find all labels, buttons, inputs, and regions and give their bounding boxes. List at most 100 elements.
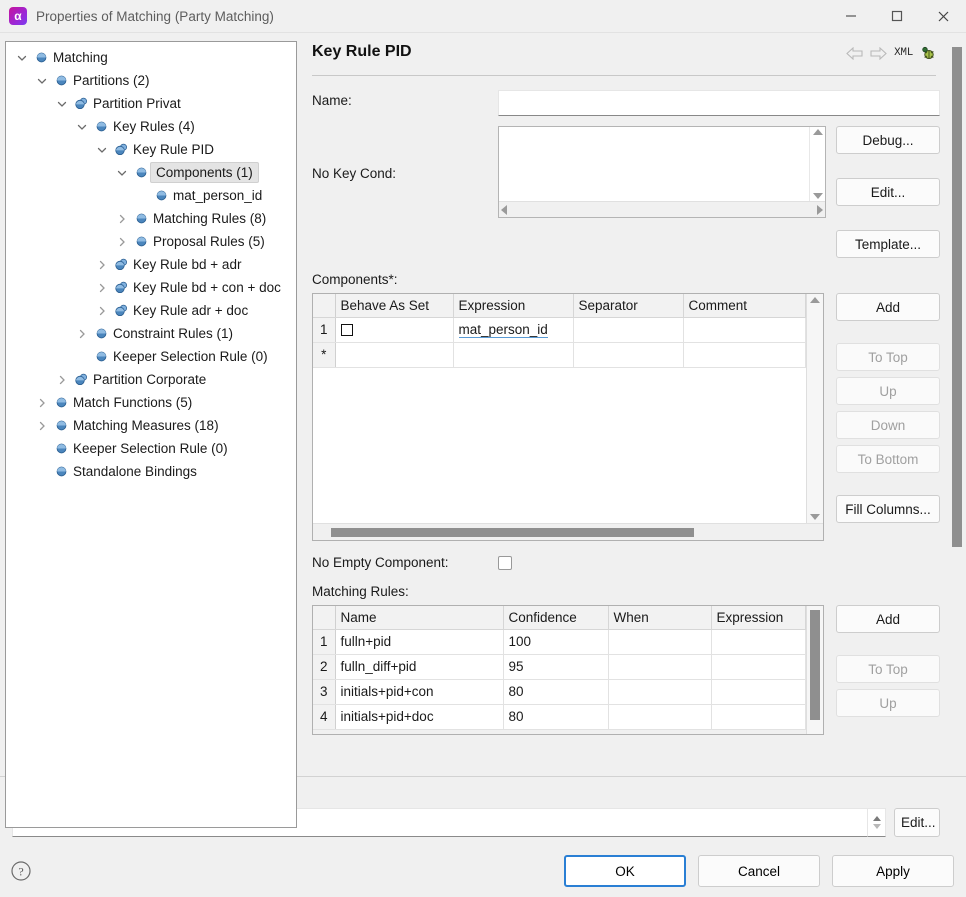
no-key-cond-vscrollbar[interactable] <box>809 127 825 201</box>
column-header[interactable]: Expression <box>711 606 807 630</box>
minimize-icon[interactable] <box>828 0 874 33</box>
table-cell[interactable]: initials+pid+doc <box>335 704 504 730</box>
chevron-right-icon[interactable] <box>92 253 112 276</box>
chevron-down-icon[interactable] <box>92 138 112 161</box>
tree-item-mat-person-id[interactable]: mat_person_id <box>6 184 296 207</box>
chevron-down-icon[interactable] <box>52 92 72 115</box>
tree-item-partition-privat[interactable]: Partition Privat <box>6 92 296 115</box>
down-button[interactable]: Down <box>836 411 940 439</box>
add-button[interactable]: Add <box>836 605 940 633</box>
apply-button[interactable]: Apply <box>832 855 954 887</box>
to-top-button[interactable]: To Top <box>836 655 940 683</box>
scroll-up-icon[interactable] <box>810 297 821 303</box>
table-cell[interactable] <box>453 342 574 368</box>
to-top-button[interactable]: To Top <box>836 343 940 371</box>
up-button[interactable]: Up <box>836 377 940 405</box>
tree-item-matching-rules-8[interactable]: Matching Rules (8) <box>6 207 296 230</box>
scrollbar-thumb[interactable] <box>952 47 962 547</box>
table-cell[interactable] <box>608 654 712 680</box>
column-header[interactable]: Name <box>335 606 504 630</box>
table-row[interactable]: 3 initials+pid+con 80 <box>313 679 807 705</box>
tree-item-key-rule-pid[interactable]: Key Rule PID <box>6 138 296 161</box>
table-row[interactable]: 2 fulln_diff+pid 95 <box>313 654 807 680</box>
chevron-right-icon[interactable] <box>32 414 52 437</box>
debug-button[interactable]: Debug... <box>836 126 940 154</box>
forward-arrow-icon[interactable] <box>870 44 887 62</box>
to-bottom-button[interactable]: To Bottom <box>836 445 940 473</box>
row-number[interactable]: 3 <box>313 679 336 705</box>
tree-item-components-1[interactable]: Components (1) <box>6 161 296 184</box>
tree-item-keeper-selection-rule-0[interactable]: Keeper Selection Rule (0) <box>6 345 296 368</box>
no-key-cond-editor[interactable] <box>498 126 826 218</box>
spinner-down-icon[interactable] <box>872 824 881 829</box>
tree-item-constraint-rules-1[interactable]: Constraint Rules (1) <box>6 322 296 345</box>
table-row[interactable]: 4 initials+pid+doc 80 <box>313 704 807 730</box>
tree-item-key-rules-4[interactable]: Key Rules (4) <box>6 115 296 138</box>
comments-edit-button[interactable]: Edit... <box>894 808 940 837</box>
table-cell[interactable] <box>683 342 807 368</box>
row-number[interactable]: 1 <box>313 629 336 655</box>
tree-item-keeper-selection-rule-0[interactable]: Keeper Selection Rule (0) <box>6 437 296 460</box>
navigation-tree[interactable]: Matching Partitions (2) Partition Privat Ke… <box>5 41 297 828</box>
edit-button[interactable]: Edit... <box>836 178 940 206</box>
table-cell[interactable] <box>608 629 712 655</box>
table-cell[interactable] <box>573 317 684 343</box>
scroll-down-icon[interactable] <box>812 193 823 199</box>
no-key-cond-hscrollbar[interactable] <box>499 201 825 217</box>
xml-link[interactable]: XML <box>894 44 913 62</box>
name-input[interactable] <box>498 90 940 116</box>
tree-item-partition-corporate[interactable]: Partition Corporate <box>6 368 296 391</box>
table-cell[interactable]: fulln_diff+pid <box>335 654 504 680</box>
scroll-up-icon[interactable] <box>812 129 823 135</box>
scroll-left-icon[interactable] <box>501 204 507 215</box>
table-cell[interactable] <box>608 679 712 705</box>
tree-item-match-functions-5[interactable]: Match Functions (5) <box>6 391 296 414</box>
table-cell[interactable]: 100 <box>503 629 609 655</box>
column-header[interactable]: Comment <box>683 294 807 318</box>
cancel-button[interactable]: Cancel <box>698 855 820 887</box>
components-vscrollbar[interactable] <box>806 294 824 523</box>
help-icon[interactable]: ? <box>10 860 32 882</box>
spinner-up-icon[interactable] <box>872 816 881 821</box>
template-button[interactable]: Template... <box>836 230 940 258</box>
debug-bug-icon[interactable] <box>920 44 936 62</box>
fill-columns-button[interactable]: Fill Columns... <box>836 495 940 523</box>
column-header[interactable]: Confidence <box>503 606 609 630</box>
chevron-right-icon[interactable] <box>52 368 72 391</box>
table-row[interactable]: 1 fulln+pid 100 <box>313 629 807 655</box>
back-arrow-icon[interactable] <box>846 44 863 62</box>
chevron-down-icon[interactable] <box>72 115 92 138</box>
add-button[interactable]: Add <box>836 293 940 321</box>
scrollbar-thumb[interactable] <box>810 610 821 720</box>
chevron-down-icon[interactable] <box>12 46 32 69</box>
behave-as-set-checkbox[interactable] <box>340 324 353 337</box>
behave-as-set-checkbox-cell[interactable] <box>335 317 454 343</box>
close-icon[interactable] <box>920 0 966 33</box>
table-row[interactable]: * <box>313 342 807 368</box>
chevron-right-icon[interactable] <box>92 276 112 299</box>
tree-item-key-rule-bd-adr[interactable]: Key Rule bd + adr <box>6 253 296 276</box>
no-empty-component-checkbox[interactable] <box>498 555 512 570</box>
no-key-cond-text[interactable] <box>499 127 809 201</box>
column-header[interactable]: Behave As Set <box>335 294 454 318</box>
tree-item-matching-measures-18[interactable]: Matching Measures (18) <box>6 414 296 437</box>
column-header[interactable]: When <box>608 606 712 630</box>
chevron-right-icon[interactable] <box>32 391 52 414</box>
chevron-right-icon[interactable] <box>112 230 132 253</box>
chevron-right-icon[interactable] <box>112 207 132 230</box>
components-hscrollbar[interactable] <box>313 523 823 540</box>
tree-item-key-rule-bd-con-doc[interactable]: Key Rule bd + con + doc <box>6 276 296 299</box>
tree-item-standalone-bindings[interactable]: Standalone Bindings <box>6 460 296 483</box>
scroll-right-icon[interactable] <box>817 204 823 215</box>
row-number[interactable]: 2 <box>313 654 336 680</box>
table-cell[interactable]: 80 <box>503 704 609 730</box>
table-cell[interactable] <box>711 704 807 730</box>
matching-rules-vscrollbar[interactable] <box>806 606 823 734</box>
behave-as-set-checkbox-cell[interactable] <box>335 342 454 368</box>
scrollbar-thumb[interactable] <box>331 527 694 537</box>
table-cell[interactable]: 80 <box>503 679 609 705</box>
table-cell[interactable] <box>711 629 807 655</box>
tree-item-partitions-2[interactable]: Partitions (2) <box>6 69 296 92</box>
table-cell[interactable]: 95 <box>503 654 609 680</box>
row-number[interactable]: 1 <box>313 317 336 343</box>
